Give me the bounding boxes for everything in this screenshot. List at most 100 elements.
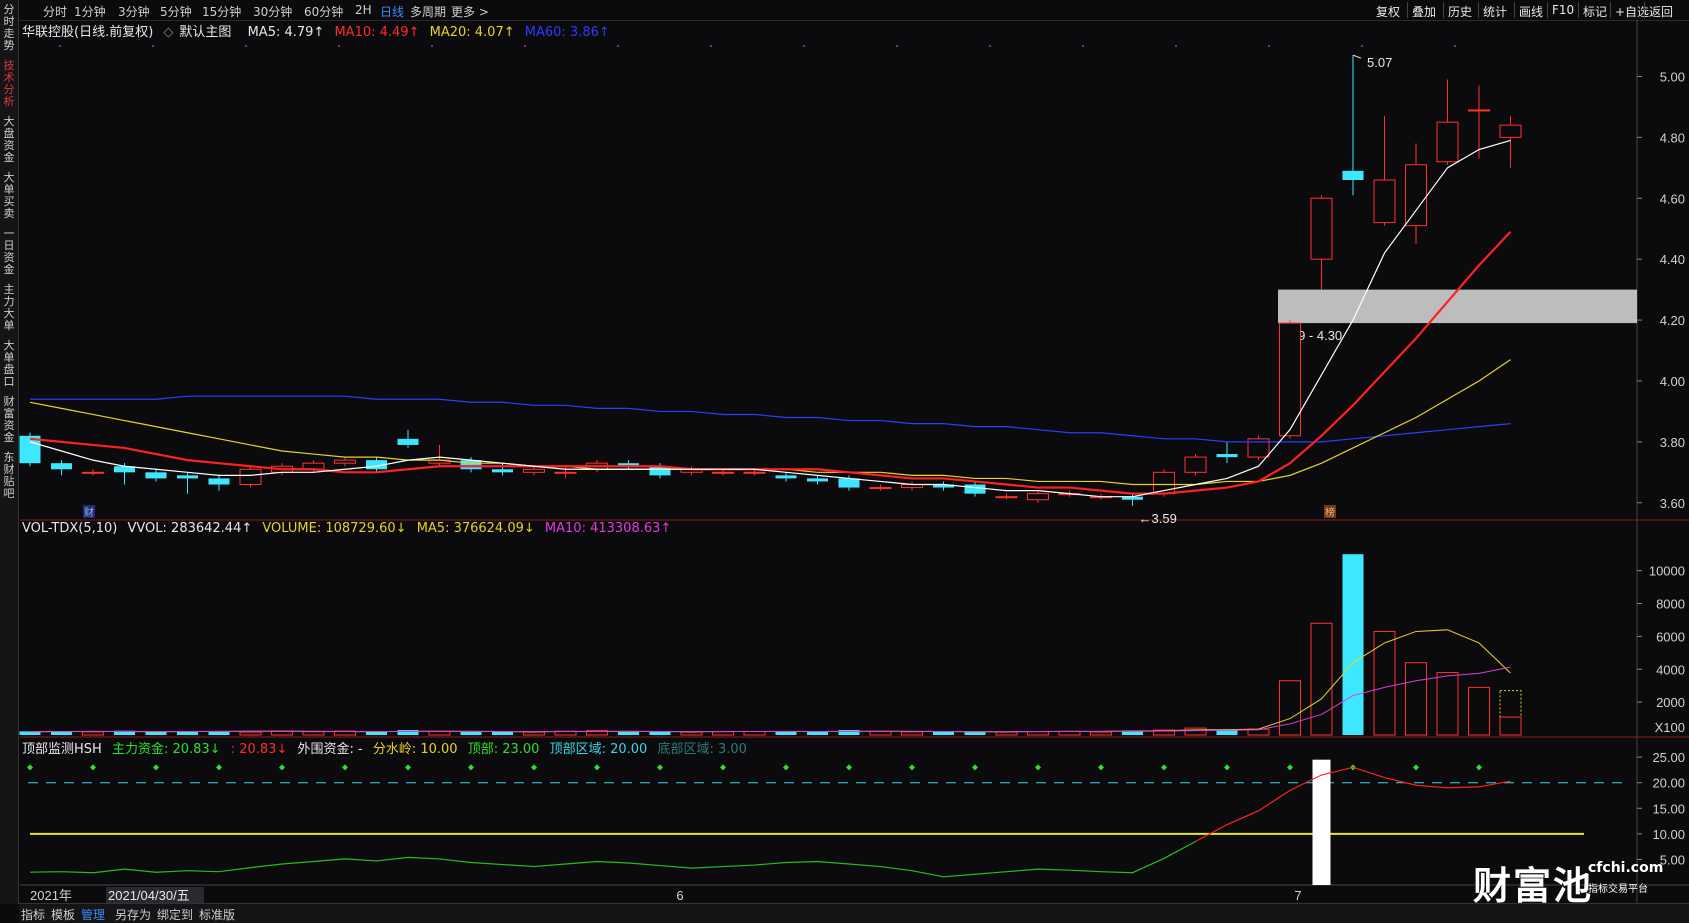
top-diamond: [783, 764, 789, 771]
top-dot: [989, 45, 991, 47]
candle-body-down: [964, 484, 986, 494]
vol-bar-down: [460, 731, 482, 735]
ind-tick-label: 15.00: [1652, 801, 1685, 816]
price-tick-label: 4.40: [1660, 252, 1685, 267]
ma5-value: MA5: 4.79↑: [247, 25, 325, 40]
candle-body-down: [177, 475, 198, 479]
vol-tick-label: 4000: [1656, 662, 1685, 677]
candle-body-down: [775, 475, 797, 479]
high-pointer: [1352, 54, 1362, 59]
top-diamond: [657, 764, 663, 771]
date-month-6: 6: [676, 888, 683, 903]
vol-bar-up: [680, 731, 703, 736]
ma60-value: MA60: 3.86↑: [524, 25, 610, 40]
candle-body-up: [523, 468, 545, 473]
main-fund-value-2: : 20.83↓: [230, 742, 288, 757]
bottom-tab-1[interactable]: 模板: [51, 906, 75, 923]
top-dot: [59, 45, 61, 47]
template-name[interactable]: ◇ 默认主图: [163, 25, 237, 40]
candle-body-up: [1436, 121, 1459, 163]
vol-bar-down: [492, 731, 513, 735]
stock-name[interactable]: 华联控股(日线.前复权): [22, 25, 153, 40]
candle-body-up: [1184, 456, 1207, 473]
vol-tick-label: 6000: [1656, 629, 1685, 644]
candle-body-up: [1279, 322, 1301, 437]
top-diamond: [846, 764, 852, 771]
candle-body-down: [838, 478, 860, 488]
ma10-value: MA10: 4.49↑: [334, 25, 420, 40]
vol-bar-down: [618, 731, 639, 735]
ind-tick-label: 20.00: [1652, 776, 1685, 791]
candle-body-down: [397, 438, 419, 445]
vol-bar-up: [1090, 731, 1112, 736]
top-dot: [1361, 45, 1363, 47]
top-diamond: [405, 764, 411, 771]
watermark-site: cfchi.com: [1588, 860, 1664, 876]
top-diamond: [216, 764, 222, 771]
top-diamond: [972, 764, 978, 771]
ind-tick-label: 5.00: [1660, 852, 1685, 867]
ind-tick-label: 10.00: [1652, 827, 1685, 842]
top-dot: [617, 45, 619, 47]
vol-bar-up: [428, 731, 451, 736]
bottom-tab-2[interactable]: 管理: [81, 906, 105, 923]
top-dot: [338, 45, 340, 47]
vvol-value: VVOL: 283642.44↑: [127, 521, 253, 536]
candle-body-up: [712, 471, 734, 474]
candle-body-up: [554, 471, 577, 474]
price-zone: [1278, 289, 1637, 324]
candle-body-up: [743, 471, 766, 474]
top-diamond: [468, 764, 474, 771]
top-diamond: [342, 764, 348, 771]
price-tick-label: 4.00: [1660, 374, 1685, 389]
vol-bar-down: [397, 730, 419, 735]
top-dot: [245, 45, 247, 47]
candle-body-up: [995, 496, 1018, 499]
top-diamond: [909, 764, 915, 771]
main-legend: 华联控股(日线.前复权) ◇ 默认主图 MA5: 4.79↑ MA10: 4.49…: [22, 21, 616, 40]
candle-body-down: [1342, 170, 1364, 180]
bottom-toolbar: 指标 模板 管理 另存为 绑定到 标准版: [19, 903, 1689, 923]
vol-bar-up: [1184, 727, 1207, 736]
vol-tick-label: 2000: [1656, 695, 1685, 710]
vol-bar-down: [208, 731, 230, 735]
top-zone-value: 顶部区域: 20.00: [549, 742, 648, 757]
indicator-name[interactable]: 顶部监测HSH: [22, 742, 102, 757]
vol-ma10-value: MA10: 413308.63↑: [544, 521, 672, 536]
vol-ma5-value: MA5: 376624.09↓: [416, 521, 535, 536]
top-diamond: [1476, 764, 1482, 771]
top-diamond: [1161, 764, 1167, 771]
main-fund-value: 主力资金: 20.83↓: [111, 742, 221, 757]
top-diamond: [90, 764, 96, 771]
top-dot: [896, 45, 898, 47]
top-diamond: [27, 764, 33, 771]
kline-chart[interactable]: 5.004.804.604.404.204.003.803.604.19 - 4…: [0, 0, 1689, 922]
top-dot: [1175, 45, 1177, 47]
candle-body-up: [1405, 164, 1427, 227]
bottom-tab-4[interactable]: 绑定到: [157, 906, 193, 923]
vol-bar-up: [523, 731, 545, 736]
top-diamond: [1098, 764, 1104, 771]
top-diamond: [531, 764, 537, 771]
high-label: 5.07: [1367, 55, 1392, 70]
candle-body-up: [1499, 124, 1522, 138]
chevron-down-icon: ◇: [163, 25, 174, 40]
low-label: ←3.59: [1139, 511, 1177, 526]
bottom-tab-3[interactable]: 另存为: [115, 906, 151, 923]
bang-marker: 榜: [1325, 506, 1335, 519]
main-fund-line-low: [29, 840, 1196, 878]
candle-body-up: [1027, 493, 1049, 501]
bottom-tab-5[interactable]: 标准版: [199, 906, 235, 923]
vol-indicator-name[interactable]: VOL-TDX(5,10): [22, 521, 117, 536]
top-dot: [1268, 45, 1270, 47]
bottom-tab-0[interactable]: 指标: [21, 906, 45, 923]
top-diamond: [1413, 764, 1419, 771]
vol-bar-up: [1027, 731, 1049, 736]
vol-bar-up: [743, 731, 766, 736]
divide-value: 分水岭: 10.00: [372, 742, 458, 757]
cai-marker: 财: [84, 506, 94, 519]
top-diamond: [1224, 764, 1230, 771]
vol-bar-up: [995, 731, 1018, 736]
candle-body-up: [1468, 109, 1490, 112]
candle-body-down: [492, 469, 513, 473]
